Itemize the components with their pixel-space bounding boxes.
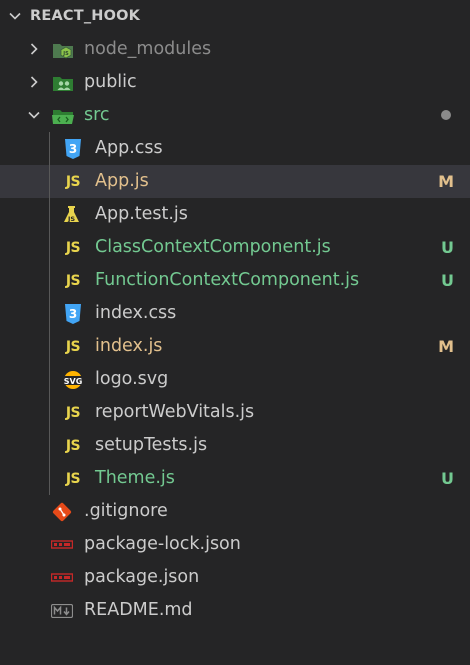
section-title: REACT_HOOK (30, 8, 141, 24)
indent-guide (49, 396, 50, 429)
tree-item-logo-svg[interactable]: SVG logo.svg (0, 363, 470, 396)
chevron-right-icon[interactable] (27, 42, 41, 56)
tree-item-index-css[interactable]: 3 index.css (0, 297, 470, 330)
chevron-down-icon[interactable] (27, 108, 41, 122)
svg-text:SVG: SVG (64, 376, 83, 385)
indent-guide (49, 297, 50, 330)
svg-text:3: 3 (69, 142, 77, 156)
npm-icon (51, 567, 73, 588)
js-icon: JS (65, 173, 81, 190)
indent-guide (49, 462, 50, 495)
tree-item-public[interactable]: public (0, 66, 470, 99)
indent-guide (49, 231, 50, 264)
explorer-section-header[interactable]: REACT_HOOK (0, 0, 470, 33)
node-folder-icon: JS (52, 39, 74, 60)
tree-item-label: FunctionContextComponent.js (95, 270, 360, 290)
svg-text:3: 3 (69, 307, 77, 321)
indent-guide (49, 429, 50, 462)
tree-item-gitignore[interactable]: .gitignore (0, 495, 470, 528)
tree-item-label: App.js (95, 171, 149, 191)
chevron-right-icon[interactable] (27, 75, 41, 89)
js-icon: JS (65, 272, 81, 289)
tree-item-index-js[interactable]: JS index.js M (0, 330, 470, 363)
modified-indicator-dot (441, 110, 451, 120)
tree-item-label: README.md (84, 600, 193, 620)
test-icon: JS (62, 204, 84, 225)
tree-item-package-json[interactable]: package.json (0, 561, 470, 594)
tree-item-label: App.css (95, 138, 163, 158)
js-icon: JS (65, 437, 81, 454)
indent-guide (49, 198, 50, 231)
tree-item-app-css[interactable]: 3 App.css (0, 132, 470, 165)
indent-guide (49, 165, 50, 198)
svg-text:JS: JS (67, 215, 75, 223)
tree-item-label: node_modules (84, 39, 212, 59)
svg-icon: SVG (62, 369, 84, 390)
tree-item-label: ClassContextComponent.js (95, 237, 331, 257)
git-status-badge: U (441, 271, 454, 290)
chevron-down-icon[interactable] (8, 9, 22, 23)
markdown-icon (51, 600, 73, 621)
tree-item-label: index.css (95, 303, 177, 323)
tree-item-label: Theme.js (95, 468, 175, 488)
tree-item-app-test-js[interactable]: JS App.test.js (0, 198, 470, 231)
tree-item-label: logo.svg (95, 369, 169, 389)
tree-item-function-context-component-js[interactable]: JS FunctionContextComponent.js U (0, 264, 470, 297)
tree-item-label: src (84, 105, 110, 125)
tree-item-report-web-vitals-js[interactable]: JS reportWebVitals.js (0, 396, 470, 429)
tree-item-label: package.json (84, 567, 200, 587)
tree-item-theme-js[interactable]: JS Theme.js U (0, 462, 470, 495)
tree-item-src[interactable]: src (0, 99, 470, 132)
svg-text:JS: JS (62, 50, 69, 56)
indent-guide (49, 330, 50, 363)
tree-item-label: .gitignore (84, 501, 168, 521)
indent-guide (49, 264, 50, 297)
css-icon: 3 (62, 138, 84, 159)
src-folder-icon (52, 105, 74, 126)
js-icon: JS (65, 239, 81, 256)
file-explorer: REACT_HOOK JS node_modules public src 3 … (0, 0, 470, 665)
tree-item-class-context-component-js[interactable]: JS ClassContextComponent.js U (0, 231, 470, 264)
tree-item-label: App.test.js (95, 204, 188, 224)
public-folder-icon (52, 72, 74, 93)
css-icon: 3 (62, 303, 84, 324)
js-icon: JS (65, 404, 81, 421)
tree-item-setup-tests-js[interactable]: JS setupTests.js (0, 429, 470, 462)
git-icon (51, 501, 73, 522)
tree-item-label: index.js (95, 336, 163, 356)
tree-item-node-modules[interactable]: JS node_modules (0, 33, 470, 66)
indent-guide (49, 363, 50, 396)
git-status-badge: M (438, 337, 454, 356)
tree-item-label: reportWebVitals.js (95, 402, 255, 422)
npm-icon (51, 534, 73, 555)
git-status-badge: M (438, 172, 454, 191)
git-status-badge: U (441, 238, 454, 257)
js-icon: JS (65, 338, 81, 355)
js-icon: JS (65, 470, 81, 487)
tree-item-label: public (84, 72, 137, 92)
tree-item-label: package-lock.json (84, 534, 241, 554)
tree-item-readme-md[interactable]: README.md (0, 594, 470, 627)
indent-guide (49, 132, 50, 165)
tree-item-app-js[interactable]: JS App.js M (0, 165, 470, 198)
tree-item-package-lock-json[interactable]: package-lock.json (0, 528, 470, 561)
tree-item-label: setupTests.js (95, 435, 208, 455)
git-status-badge: U (441, 469, 454, 488)
